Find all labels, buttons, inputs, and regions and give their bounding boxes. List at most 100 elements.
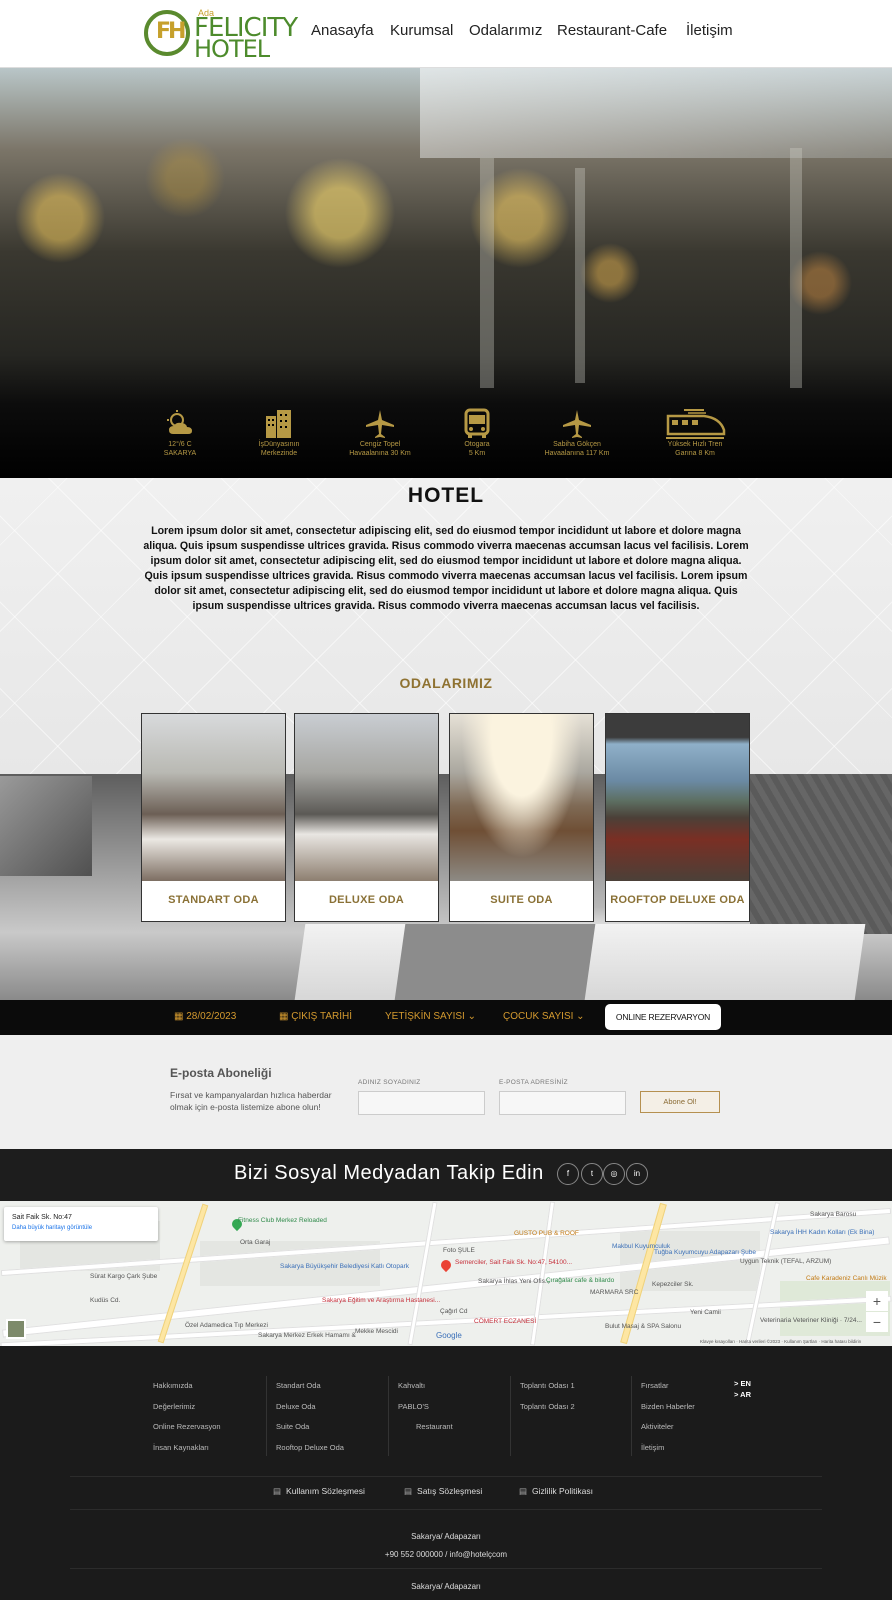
twitter-icon[interactable]: t [581,1163,603,1185]
document-icon: ▤ [404,1486,413,1496]
footer-link[interactable]: İletişim [641,1438,695,1459]
google-logo: Google [436,1331,462,1340]
map-label: Foto ŞULE [443,1247,475,1254]
info-train-line1: Yüksek Hızlı Tren [667,441,723,448]
adults-select[interactable]: YETİŞKİN SAYISI ⌄ [385,1011,476,1022]
room-card-standart[interactable]: STANDART ODA [141,713,286,922]
footer-link[interactable]: Fırsatlar [641,1376,695,1397]
nav-odalarimiz[interactable]: Odalarımız [469,22,542,39]
footer-link[interactable]: Kahvaltı [398,1376,453,1397]
footer-contact[interactable]: +90 552 000000 / info@hotelçcom [0,1550,892,1559]
location-map[interactable]: Fitness Club Merkez Reloaded Orta Garaj … [0,1201,892,1346]
room-card-rooftop-deluxe[interactable]: ROOFTOP DELUXE ODA [605,713,750,922]
info-business: İşDünyasının Merkezinde [224,408,334,458]
lang-ar[interactable]: > AR [734,1389,751,1400]
map-pin-selected[interactable] [438,1257,454,1273]
info-airport-sabiha-line2: Havaalanına 117 Km [544,450,610,457]
room-label: DELUXE ODA [328,894,405,906]
zoom-out-button[interactable]: − [866,1312,888,1332]
document-icon: ▤ [519,1486,528,1496]
footer-link[interactable]: Toplantı Odası 1 [520,1376,575,1397]
name-field[interactable] [358,1091,485,1115]
newsletter-title: E-posta Aboneliği [170,1066,272,1080]
footer-link[interactable]: Toplantı Odası 2 [520,1397,575,1418]
nav-kurumsal[interactable]: Kurumsal [390,22,453,39]
info-train-line2: Garına 8 Km [675,450,715,457]
map-label: Sakarya Merkez Erkek Hamamı & [258,1332,356,1339]
room-photo [450,714,593,881]
map-label: MARMARA SRC [590,1289,639,1296]
privacy-label: Gizlilik Politikası [532,1486,593,1496]
room-photo [606,714,749,881]
booking-bar: ▦ 28/02/2023 ▦ ÇIKIŞ TARİHİ YETİŞKİN SAY… [0,1000,892,1035]
nav-iletisim[interactable]: İletişim [686,22,733,39]
room-card-suite[interactable]: SUITE ODA [449,713,594,922]
footer-link[interactable]: Aktiviteler [641,1417,695,1438]
footer-link[interactable]: Standart Oda [276,1376,344,1397]
weather-icon [167,410,192,434]
map-label: Mekke Mescidi [355,1328,398,1335]
footer-link[interactable]: Değerlerimiz [153,1397,221,1418]
footer-col-rooms: Standart Oda Deluxe Oda Suite Oda Roofto… [266,1376,344,1456]
checkin-date-field[interactable]: ▦ 28/02/2023 [174,1011,236,1022]
instagram-icon[interactable]: ◎ [603,1163,625,1185]
social-section: Bizi Sosyal Medyadan Takip Edin f t ◎ in [0,1149,892,1201]
lang-en[interactable]: > EN [734,1378,751,1389]
map-legal[interactable]: Klavye kısayolları · Harita verileri ©20… [700,1339,861,1344]
info-airport-sabiha-line1: Sabiha Gökçen [553,441,601,448]
buildings-icon [266,410,291,438]
map-label: Sakarya Barosu [810,1211,857,1218]
linkedin-icon[interactable]: in [626,1163,648,1185]
map-label: Özel Adamedica Tıp Merkezi [185,1322,268,1329]
hero-pillar [790,148,802,388]
info-weather-line1: 12°/6 C [168,441,192,448]
room-photo [142,714,285,881]
info-weather-line2: SAKARYA [163,450,197,457]
map-label: CÖMERT ECZANESİ [474,1318,537,1325]
footer-link[interactable]: Online Rezervasyon [153,1417,221,1438]
children-label: ÇOCUK SAYISI [503,1011,574,1022]
terms-link[interactable]: ▤ Kullanım Sözleşmesi [273,1486,365,1497]
online-reservation-button[interactable]: ONLINE REZERVARYON [605,1004,721,1030]
footer-col-news: Fırsatlar Bizden Haberler Aktiviteler İl… [631,1376,695,1456]
footer-col-dining: Kahvaltı PABLO'S Restaurant [388,1376,453,1456]
footer-link[interactable]: İnsan Kaynakları [153,1438,221,1459]
footer-link[interactable]: Deluxe Oda [276,1397,344,1418]
map-satellite-toggle[interactable] [6,1319,26,1339]
info-bus: Otogara 5 Km [422,408,532,458]
map-label: Veterinaria Veteriner Kliniği · 7/24... [760,1317,862,1324]
sales-terms-link[interactable]: ▤ Satış Sözleşmesi [404,1486,482,1497]
map-label: Bulut Masaj & SPA Salonu [605,1323,682,1330]
plane-icon [366,410,394,438]
nav-anasayfa[interactable]: Anasayfa [311,22,374,39]
room-card-deluxe[interactable]: DELUXE ODA [294,713,439,922]
zoom-in-button[interactable]: + [866,1291,888,1311]
rooms-background-photo [0,774,892,1000]
footer-col-about: Hakkımızda Değerlerimiz Online Rezervasy… [153,1376,221,1458]
checkin-date-value: 28/02/2023 [186,1011,237,1022]
footer-link[interactable]: Rooftop Deluxe Oda [276,1438,344,1459]
hotel-logo[interactable]: FH Ada FELICITY HOTEL [144,6,298,61]
map-larger-link[interactable]: Daha büyük haritayı görüntüle [12,1225,92,1231]
map-label: Sürat Kargo Çark Şube [90,1273,158,1280]
email-field-label: E-POSTA ADRESİNİZ [499,1079,568,1086]
footer-link[interactable]: Bizden Haberler [641,1397,695,1418]
map-label: Sakarya Eğitim ve Araştırma Hastanesi... [322,1297,441,1304]
footer-link[interactable]: Suite Oda [276,1417,344,1438]
map-label: Semerciler, Sait Faik Sk. No:47, 54100..… [455,1259,573,1266]
footer-divider [70,1509,822,1510]
nav-restaurant-cafe[interactable]: Restaurant-Cafe [557,22,667,39]
footer-link[interactable]: Restaurant [398,1417,453,1438]
children-select[interactable]: ÇOCUK SAYISI ⌄ [503,1011,585,1022]
footer-link[interactable]: Hakkımızda [153,1376,221,1397]
facebook-icon[interactable]: f [557,1163,579,1185]
map-label: Sakarya İHH Kadın Kolları (Ek Bina) [770,1229,875,1236]
chevron-down-icon: ⌄ [464,1011,477,1022]
room-label: ROOFTOP DELUXE ODA [610,894,745,906]
email-field[interactable] [499,1091,626,1115]
checkout-date-field[interactable]: ▦ ÇIKIŞ TARİHİ [279,1011,352,1022]
calendar-icon: ▦ [279,1011,292,1022]
subscribe-button[interactable]: Abone Ol! [640,1091,720,1113]
footer-link[interactable]: PABLO'S [398,1397,453,1418]
privacy-link[interactable]: ▤ Gizlilik Politikası [519,1486,593,1497]
